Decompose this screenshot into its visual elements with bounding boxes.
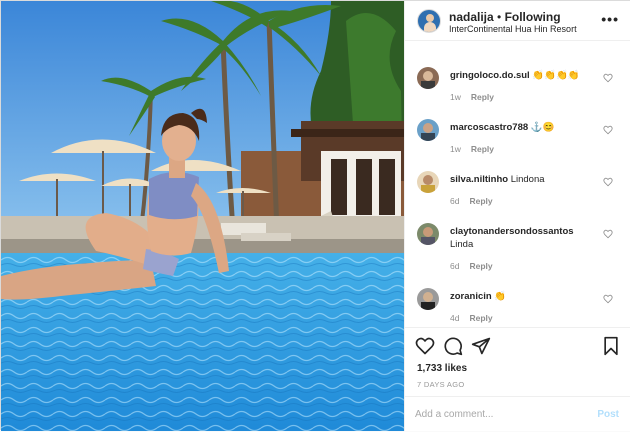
comment-avatar[interactable] [417, 119, 439, 141]
comment-avatar[interactable] [417, 223, 439, 245]
comments-list[interactable]: gringoloco.do.sul 👏👏👏👏 1w Reply marcoscas… [405, 45, 630, 327]
header-username[interactable]: nadalija [449, 10, 494, 24]
comment-item: zoranicin 👏 4d Reply [405, 266, 630, 323]
instagram-post: nadalija • Following InterContinental Hu… [0, 0, 630, 431]
comment-like-icon[interactable] [603, 177, 613, 187]
comment-like-icon[interactable] [603, 294, 613, 304]
avatar-body [424, 22, 436, 32]
comment-item: gringoloco.do.sul 👏👏👏👏 1w Reply [405, 45, 630, 102]
post-header: nadalija • Following InterContinental Hu… [405, 1, 630, 41]
comment-username[interactable]: marcoscastro788 [450, 122, 528, 133]
post-photo[interactable] [1, 1, 404, 431]
comment-text: marcoscastro788 ⚓😊 [450, 121, 610, 134]
post-details-panel: nadalija • Following InterContinental Hu… [404, 1, 630, 431]
add-comment-bar: Post [405, 396, 630, 432]
comment-body: ⚓😊 [530, 122, 555, 133]
comment-item: silva.niltinho Lindona 6d Reply [405, 149, 630, 206]
bookmark-icon[interactable] [601, 336, 621, 356]
comment-username[interactable]: gringoloco.do.sul [450, 70, 530, 81]
avatar[interactable] [417, 9, 441, 33]
comment-avatar[interactable] [417, 288, 439, 310]
comment-avatar[interactable] [417, 67, 439, 89]
comment-like-icon[interactable] [603, 229, 613, 239]
more-options-icon[interactable]: ••• [601, 11, 619, 27]
header-user-line: nadalija • Following [449, 10, 561, 24]
share-icon[interactable] [471, 336, 491, 356]
comment-text: claytonandersondossantos Linda [450, 225, 610, 251]
comment-text: silva.niltinho Lindona [450, 173, 610, 186]
follow-button[interactable]: Following [505, 10, 561, 24]
reply-button[interactable]: Reply [469, 313, 492, 323]
comment-username[interactable]: zoranicin [450, 291, 492, 302]
comment-avatar[interactable] [417, 171, 439, 193]
location-link[interactable]: InterContinental Hua Hin Resort [449, 24, 577, 34]
comment-username[interactable]: silva.niltinho [450, 174, 508, 185]
comment-body: Lindona [510, 174, 545, 185]
post-button[interactable]: Post [597, 409, 619, 420]
comment-text: gringoloco.do.sul 👏👏👏👏 [450, 69, 610, 82]
heart-icon[interactable] [415, 336, 435, 356]
comment-time: 4d [450, 313, 460, 323]
comment-body: Linda [450, 239, 474, 250]
post-date: 7 DAYS AGO [417, 380, 465, 389]
header-separator: • [493, 10, 505, 24]
comment-body: 👏 [494, 291, 507, 302]
comment-text: zoranicin 👏 [450, 290, 610, 303]
comment-like-icon[interactable] [603, 125, 613, 135]
post-actions: 1,733 likes 7 DAYS AGO Post [405, 327, 630, 431]
comment-item: marcoscastro788 ⚓😊 1w Reply [405, 97, 630, 154]
avatar-head [426, 14, 434, 22]
likes-count[interactable]: 1,733 likes [417, 363, 467, 374]
comment-icon[interactable] [443, 336, 463, 356]
comment-like-icon[interactable] [603, 73, 613, 83]
comment-body: 👏👏👏👏 [532, 70, 580, 81]
photo-illustration [1, 1, 404, 431]
comment-username[interactable]: claytonandersondossantos [450, 226, 574, 237]
comment-input[interactable] [415, 409, 575, 420]
comment-meta: 4d Reply [450, 313, 493, 323]
comment-item: claytonandersondossantos Linda 6d Reply [405, 201, 630, 271]
